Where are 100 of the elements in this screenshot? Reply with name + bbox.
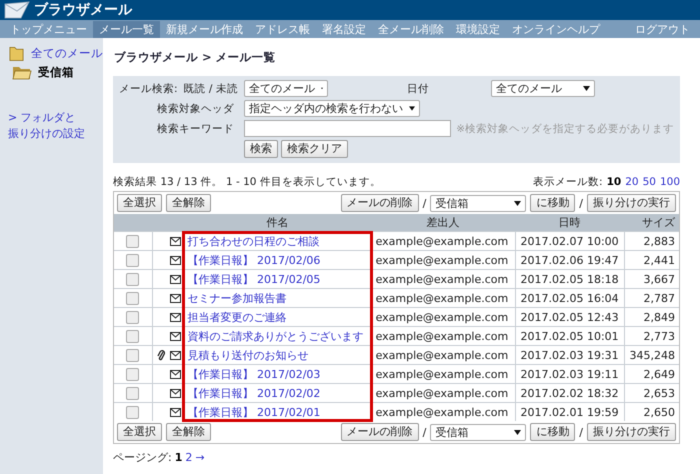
subject-link[interactable]: 【作業日報】 2017/02/03 bbox=[188, 368, 320, 380]
row-checkbox[interactable] bbox=[126, 254, 140, 267]
subject-link[interactable]: 見積もり送付のお知らせ bbox=[188, 348, 308, 362]
size-cell: 345,248 bbox=[624, 346, 679, 364]
deselect-all-button[interactable]: 全解除 bbox=[166, 194, 211, 212]
subject-link[interactable]: 【作業日報】 2017/02/05 bbox=[188, 272, 320, 286]
folder-select[interactable]: 受信箱 bbox=[430, 194, 526, 212]
envelope-icon bbox=[170, 332, 180, 341]
subject-header: 件名 bbox=[184, 214, 372, 232]
delete-button[interactable]: メールの削除 bbox=[340, 194, 419, 212]
date-cell: 2017.02.05 10:01 bbox=[515, 326, 624, 346]
sender-cell: example@example.com bbox=[371, 232, 516, 250]
envelope-icon bbox=[170, 312, 180, 322]
sender-cell: example@example.com bbox=[371, 288, 516, 308]
page-size-link[interactable]: 10 bbox=[606, 176, 622, 188]
folder-link[interactable]: 全てのメール bbox=[31, 46, 103, 60]
subject-link[interactable]: セミナー参加報告書 bbox=[188, 292, 286, 304]
separator-slash: / bbox=[579, 426, 583, 438]
page-size-link[interactable]: 50 bbox=[642, 176, 656, 188]
size-cell: 2,787 bbox=[624, 288, 679, 308]
folder-link[interactable]: 受信箱 bbox=[38, 64, 74, 80]
folder-select[interactable]: 受信箱 bbox=[430, 424, 526, 440]
read-status-select[interactable]: 全てのメール bbox=[244, 80, 328, 97]
search-button[interactable]: 検索 bbox=[244, 140, 278, 158]
row-checkbox[interactable] bbox=[126, 406, 140, 419]
date-cell: 2017.02.05 16:04 bbox=[515, 288, 624, 308]
date-header: 日時 bbox=[515, 214, 624, 232]
filter-button[interactable]: 振り分けの実行 bbox=[587, 194, 676, 212]
header-select[interactable]: 指定ヘッダ内の検索を行わない bbox=[244, 100, 420, 117]
envelope-icon bbox=[170, 274, 180, 284]
sender-cell: example@example.com bbox=[371, 364, 516, 384]
read-status-label: 既読 / 未読 bbox=[184, 82, 238, 96]
envelope-icon bbox=[170, 350, 180, 360]
separator-slash: / bbox=[422, 426, 426, 438]
sender-cell: example@example.com bbox=[371, 308, 516, 326]
breadcrumb: ブラウザメール > メール一覧 bbox=[114, 50, 277, 65]
envelope-icon bbox=[170, 236, 180, 246]
size-header: サイズ bbox=[624, 214, 679, 232]
subject-link[interactable]: 【作業日報】 2017/02/01 bbox=[188, 406, 320, 418]
logo-icon bbox=[4, 1, 30, 19]
subject-link[interactable]: 担当者変更のご連絡 bbox=[188, 310, 286, 324]
envelope-icon bbox=[170, 370, 180, 379]
row-checkbox[interactable] bbox=[126, 292, 140, 305]
envelope-icon bbox=[170, 294, 180, 303]
row-checkbox[interactable] bbox=[126, 310, 140, 324]
row-checkbox[interactable] bbox=[126, 348, 140, 362]
nav-tab[interactable]: メール一覧 bbox=[93, 20, 160, 38]
next-page-link[interactable]: → bbox=[195, 451, 205, 464]
size-cell: 2,649 bbox=[624, 364, 679, 384]
select-all-button[interactable]: 全選択 bbox=[117, 194, 162, 212]
subject-link[interactable]: 資料のご請求ありがとうございます bbox=[188, 330, 364, 342]
page-size-link[interactable]: 20 bbox=[625, 176, 639, 188]
date-cell: 2017.02.06 19:47 bbox=[515, 250, 624, 270]
row-checkbox[interactable] bbox=[126, 386, 140, 400]
dropdown-caret-icon bbox=[514, 430, 522, 434]
filter-button[interactable]: 振り分けの実行 bbox=[587, 423, 676, 441]
sender-cell: example@example.com bbox=[371, 250, 516, 270]
dropdown-caret-icon bbox=[582, 86, 590, 91]
result-summary: 検索結果 13 / 13 件。 1 - 10 件目を表示しています。 bbox=[113, 175, 381, 189]
row-checkbox[interactable] bbox=[126, 330, 140, 343]
subject-link[interactable]: 【作業日報】 2017/02/02 bbox=[188, 386, 320, 400]
clear-button[interactable]: 検索クリア bbox=[280, 140, 348, 158]
date-cell: 2017.02.07 10:00 bbox=[515, 232, 624, 250]
date-cell: 2017.02.03 19:11 bbox=[515, 364, 624, 384]
date-cell: 2017.02.03 19:31 bbox=[515, 346, 624, 364]
date-cell: 2017.02.05 12:43 bbox=[515, 308, 624, 326]
dropdown-caret-icon bbox=[514, 200, 522, 206]
separator-slash: / bbox=[422, 196, 426, 210]
date-cell: 2017.02.02 18:32 bbox=[515, 384, 624, 402]
page-link[interactable]: 1 bbox=[174, 451, 182, 464]
folder-settings-link[interactable]: > フォルダと 振り分けの設定 bbox=[8, 110, 103, 142]
size-cell: 2,650 bbox=[624, 402, 679, 421]
sender-cell: example@example.com bbox=[371, 346, 516, 364]
app-title: ブラウザメール bbox=[34, 1, 132, 19]
date-cell: 2017.02.01 19:59 bbox=[515, 402, 624, 421]
row-checkbox[interactable] bbox=[126, 234, 140, 248]
move-button[interactable]: に移動 bbox=[530, 194, 576, 212]
envelope-icon bbox=[170, 408, 180, 417]
row-checkbox[interactable] bbox=[126, 368, 140, 381]
delete-button[interactable]: メールの削除 bbox=[340, 423, 419, 441]
deselect-all-button[interactable]: 全解除 bbox=[166, 423, 211, 441]
subject-link[interactable]: 【作業日報】 2017/02/06 bbox=[188, 254, 320, 266]
row-checkbox[interactable] bbox=[126, 272, 140, 286]
folder-icon bbox=[12, 64, 32, 80]
date-select[interactable]: 全てのメール bbox=[490, 80, 595, 97]
page-link[interactable]: 2 bbox=[185, 451, 192, 464]
select-all-button[interactable]: 全選択 bbox=[117, 423, 162, 441]
sender-header: 差出人 bbox=[371, 214, 516, 232]
keyword-field[interactable] bbox=[244, 120, 452, 137]
header-label: 検索対象ヘッダ bbox=[156, 102, 235, 116]
separator-slash: / bbox=[579, 196, 583, 210]
move-button[interactable]: に移動 bbox=[530, 423, 576, 441]
subject-link[interactable]: 打ち合わせの日程のご相談 bbox=[188, 234, 320, 248]
search-label: メール検索: bbox=[119, 82, 178, 96]
envelope-icon bbox=[170, 388, 180, 398]
size-cell: 2,883 bbox=[624, 232, 679, 250]
sender-cell: example@example.com bbox=[371, 402, 516, 421]
page-size-link[interactable]: 100 bbox=[660, 176, 680, 188]
size-cell: 2,773 bbox=[624, 326, 679, 346]
keyword-label: 検索キーワード bbox=[156, 122, 235, 136]
